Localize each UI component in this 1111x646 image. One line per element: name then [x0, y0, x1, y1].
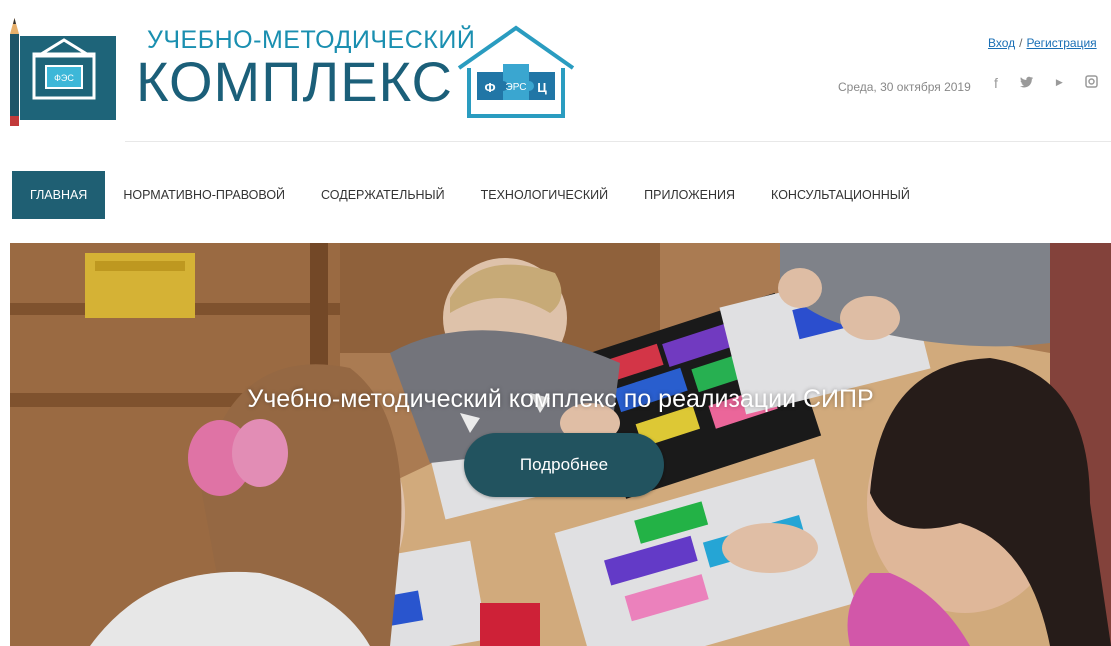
fgos-logo: Ф ЭРС Ц: [455, 22, 577, 122]
instagram-icon[interactable]: [1085, 75, 1098, 91]
social-links: f ▶: [994, 75, 1098, 91]
main-nav: ГЛАВНАЯ НОРМАТИВНО-ПРАВОВОЙ СОДЕРЖАТЕЛЬН…: [12, 171, 928, 219]
login-link[interactable]: Вход: [988, 36, 1015, 50]
logo-title-main: КОМПЛЕКС: [136, 50, 453, 113]
auth-links: Вход / Регистрация: [988, 36, 1097, 50]
svg-text:ФЭС: ФЭС: [54, 73, 74, 83]
hero-title: Учебно-методический комплекс по реализац…: [247, 385, 874, 413]
header-divider: [125, 141, 1111, 142]
facebook-icon[interactable]: f: [994, 75, 998, 91]
nav-item-home[interactable]: ГЛАВНАЯ: [12, 171, 106, 219]
youtube-icon[interactable]: ▶: [1056, 75, 1063, 91]
nav-item-normative[interactable]: НОРМАТИВНО-ПРАВОВОЙ: [105, 171, 303, 219]
more-button[interactable]: Подробнее: [464, 433, 664, 497]
nav-item-appendix[interactable]: ПРИЛОЖЕНИЯ: [626, 171, 753, 219]
twitter-icon[interactable]: [1019, 75, 1034, 91]
hero-banner: Учебно-методический комплекс по реализац…: [10, 243, 1111, 646]
logo-icon[interactable]: ФЭС: [10, 12, 120, 130]
nav-item-content[interactable]: СОДЕРЖАТЕЛЬНЫЙ: [303, 171, 463, 219]
fgos-letter: Ц: [537, 80, 547, 95]
current-date: Среда, 30 октября 2019: [838, 80, 971, 94]
site-header: ФЭС УЧЕБНО-МЕТОДИЧЕСКИЙ КОМПЛЕКС Ф ЭРС Ц…: [0, 0, 1111, 142]
fgos-letter: ЭРС: [506, 82, 527, 93]
auth-separator: /: [1019, 36, 1023, 50]
nav-item-technological[interactable]: ТЕХНОЛОГИЧЕСКИЙ: [463, 171, 627, 219]
nav-item-consulting[interactable]: КОНСУЛЬТАЦИОННЫЙ: [753, 171, 928, 219]
fgos-letter: Ф: [484, 80, 495, 95]
register-link[interactable]: Регистрация: [1027, 36, 1097, 50]
